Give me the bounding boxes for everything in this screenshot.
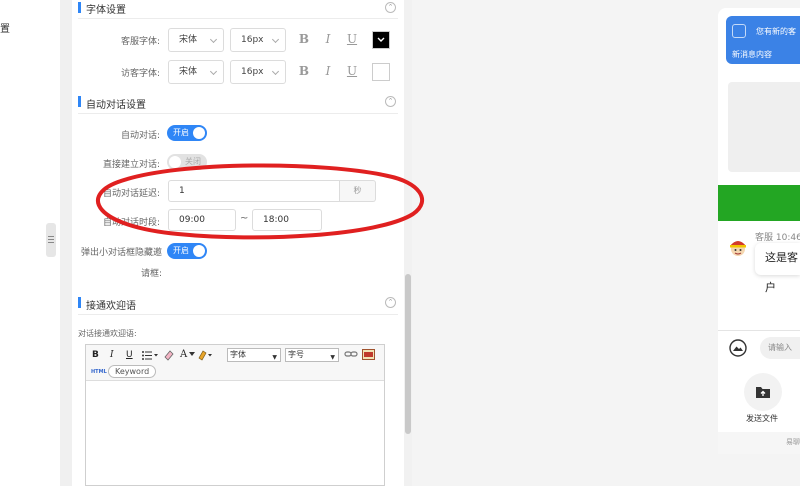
new-message-notification[interactable]: 您有新的客 新消息内容 (726, 16, 800, 64)
agent-font-value: 宋体 (179, 35, 198, 45)
font-select-value: 字体 (230, 350, 246, 359)
scrollbar-thumb[interactable] (405, 274, 411, 434)
section-marker (78, 2, 81, 13)
popup-hide-label: 弹出小对话框隐藏邀 (80, 248, 162, 258)
chevron-down-icon (377, 37, 385, 42)
agent-size-select[interactable]: 16px (230, 28, 286, 52)
chat-input[interactable]: 请输入 (760, 337, 800, 359)
preview-banner (718, 185, 800, 221)
collapse-chevron-icon[interactable]: ⌃ (385, 96, 396, 107)
agent-size-value: 16px (241, 35, 264, 45)
notification-body: 新消息内容 (732, 50, 772, 59)
visitor-color-picker[interactable] (372, 63, 390, 81)
underline-button[interactable]: U (126, 350, 133, 360)
chevron-down-icon: ▼ (330, 354, 335, 361)
size-select-value: 字号 (288, 350, 304, 359)
collapse-chevron-icon[interactable]: ⌃ (385, 2, 396, 13)
section-title-welcome: 接通欢迎语 (86, 301, 136, 312)
toggle-knob (193, 127, 205, 139)
chevron-down-icon (209, 35, 218, 44)
chat-bubble: 这是客户 (755, 243, 800, 294)
footer-text: 易聊 (786, 438, 800, 446)
toggle-knob (193, 245, 205, 257)
list-icon[interactable] (141, 350, 159, 361)
eraser-icon[interactable] (163, 349, 175, 361)
agent-bold-button[interactable]: B (297, 32, 311, 46)
agent-underline-button[interactable]: U (345, 32, 359, 46)
visitor-font-value: 宋体 (179, 67, 198, 77)
editor-size-select[interactable]: 字号 ▼ (285, 348, 339, 362)
popup-hide-label-cont: 请框: (140, 269, 162, 279)
welcome-editor[interactable]: B I U A 字体 ▼ 字号 ▼ HTML Keyword (85, 344, 385, 486)
section-marker (78, 297, 81, 308)
link-icon[interactable] (344, 350, 358, 358)
section-title-font-settings: 字体设置 (86, 5, 126, 16)
agent-font-select[interactable]: 宋体 (168, 28, 224, 52)
italic-button[interactable]: I (110, 350, 114, 360)
agent-name: 客服 (755, 233, 774, 243)
agent-color-picker[interactable] (372, 31, 390, 49)
preview-footer: 易聊 (718, 432, 800, 454)
toggle-text: 开启 (173, 128, 189, 137)
visitor-size-select[interactable]: 16px (230, 60, 286, 84)
welcome-field-label: 对话接通欢迎语: (78, 329, 137, 338)
html-source-button[interactable]: HTML (91, 369, 107, 375)
toggle-text: 开启 (173, 246, 189, 255)
picture-icon[interactable] (729, 339, 747, 357)
editor-toolbar: B I U A 字体 ▼ 字号 ▼ HTML Keyword (86, 345, 384, 381)
notification-title: 您有新的客 (756, 27, 796, 36)
visitor-font-select[interactable]: 宋体 (168, 60, 224, 84)
font-color-button[interactable]: A (180, 349, 187, 360)
folder-upload-icon (756, 387, 770, 398)
send-file-label: 发送文件 (746, 414, 778, 423)
agent-time: 10:46 (775, 233, 800, 243)
auto-dialog-label: 自动对话: (120, 131, 160, 141)
annotation-circle (96, 163, 425, 240)
agent-meta: 客服 10:46 (755, 230, 800, 243)
keyword-button[interactable]: Keyword (108, 365, 157, 378)
bold-button[interactable]: B (92, 350, 99, 360)
visitor-size-value: 16px (241, 67, 264, 77)
highlight-icon[interactable] (197, 349, 213, 361)
chevron-down-icon (271, 35, 280, 44)
visitor-underline-button[interactable]: U (345, 64, 359, 78)
preview-card (728, 82, 800, 172)
chevron-down-icon (189, 352, 195, 356)
avatar (732, 24, 746, 38)
collapse-handle-icon[interactable] (46, 223, 56, 257)
collapse-chevron-icon[interactable]: ⌃ (385, 297, 396, 308)
agent-italic-button[interactable]: I (321, 32, 335, 46)
image-icon[interactable] (362, 349, 375, 360)
sidebar-gutter (60, 0, 72, 486)
divider (718, 330, 800, 331)
visitor-bold-button[interactable]: B (297, 64, 311, 78)
auto-dialog-toggle[interactable]: 开启 (167, 125, 207, 141)
chevron-down-icon (209, 67, 218, 76)
visitor-italic-button[interactable]: I (321, 64, 335, 78)
divider (78, 113, 398, 114)
agent-font-label: 客服字体: (120, 37, 160, 47)
chevron-down-icon: ▼ (272, 354, 277, 361)
chevron-down-icon (271, 67, 280, 76)
section-marker (78, 96, 81, 107)
visitor-font-label: 访客字体: (120, 69, 160, 79)
agent-avatar (730, 241, 746, 256)
send-file-button[interactable] (744, 373, 782, 411)
popup-hide-toggle[interactable]: 开启 (167, 243, 207, 259)
section-title-auto-dialog: 自动对话设置 (86, 100, 146, 111)
divider (78, 18, 398, 19)
sidebar-fragment: 置 (0, 24, 10, 35)
editor-font-select[interactable]: 字体 ▼ (227, 348, 281, 362)
divider (78, 314, 398, 315)
